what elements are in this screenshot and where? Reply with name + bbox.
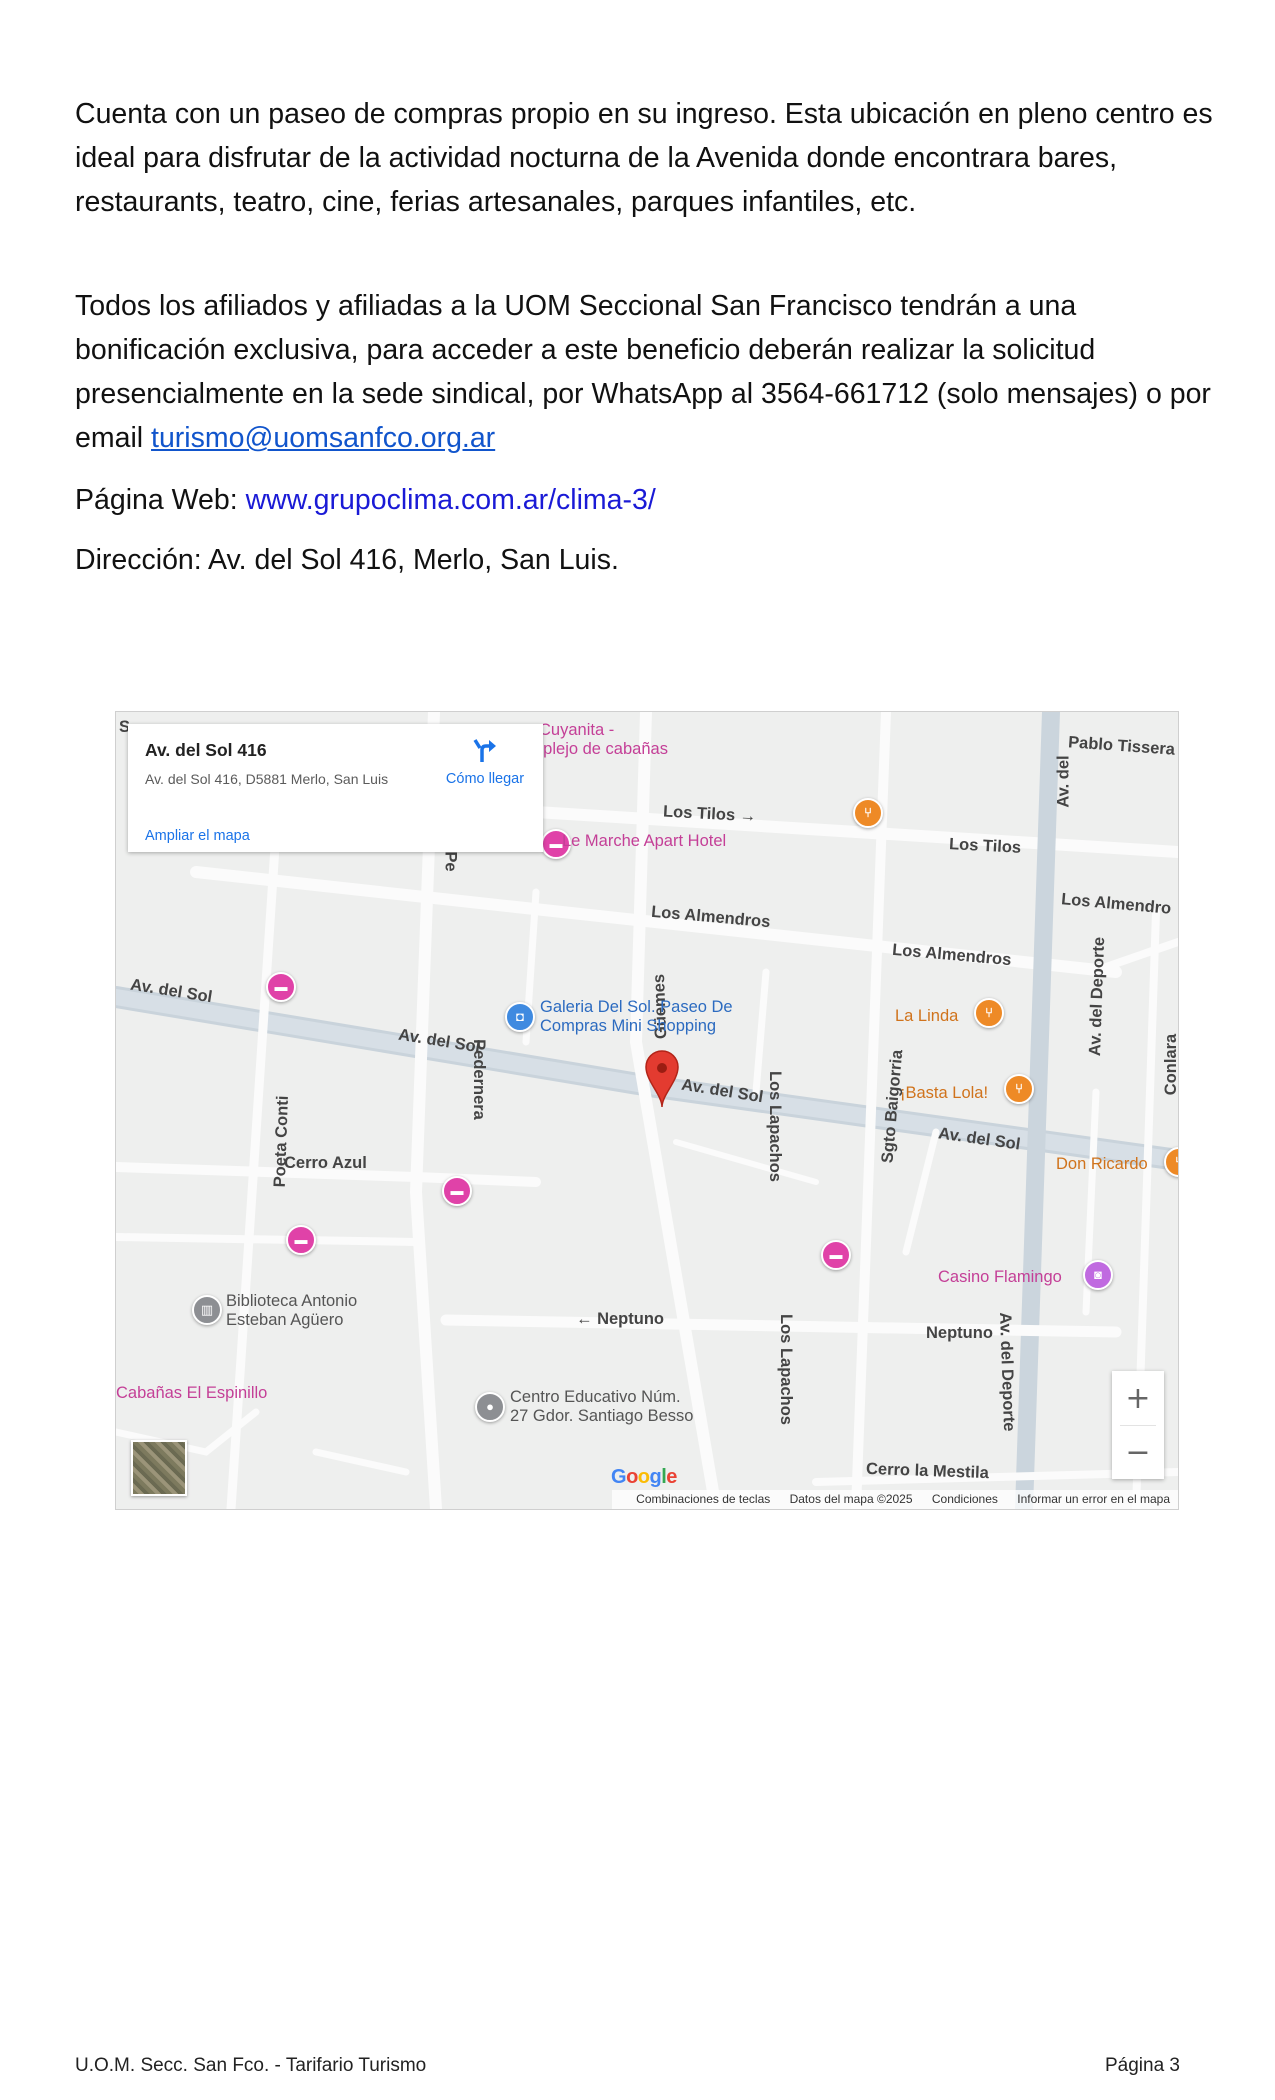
web-line: Página Web: www.grupoclima.com.ar/clima-…: [75, 478, 1215, 522]
keyboard-shortcuts-link[interactable]: Combinaciones de teclas: [636, 1492, 770, 1506]
street-conlara: Conlara: [1162, 1033, 1179, 1096]
directions-icon: [473, 739, 496, 762]
place-info-card: Av. del Sol 416 Av. del Sol 416, D5881 M…: [128, 724, 543, 852]
poi-centro-line2[interactable]: 27 Gdor. Santiago Besso: [510, 1407, 693, 1426]
hotel-pin-icon[interactable]: ▬: [442, 1176, 472, 1206]
poi-centro-line1[interactable]: Centro Educativo Núm.: [510, 1388, 681, 1407]
poi-le-marche[interactable]: Le Marche Apart Hotel: [562, 832, 726, 851]
street-poeta-conti: Poeta Conti: [270, 1095, 292, 1188]
street-neptuno-1: ← Neptuno: [576, 1310, 664, 1328]
map-data-text: Datos del mapa ©2025: [789, 1492, 913, 1506]
street-pedernera: Pedernera: [469, 1039, 488, 1120]
street-pe: Pe: [441, 851, 460, 872]
restaurant-pin-icon[interactable]: ⑂: [974, 998, 1004, 1028]
page-number: Página 3: [1104, 2055, 1180, 2076]
directions-label: Cómo llegar: [445, 771, 525, 787]
address-line: Dirección: Av. del Sol 416, Merlo, San L…: [75, 544, 619, 576]
logo-letter: o: [637, 1466, 650, 1488]
zoom-divider: [1120, 1425, 1156, 1426]
restaurant-pin-icon[interactable]: ⑂: [853, 798, 883, 828]
poi-cuyanita[interactable]: Cuyanita -: [539, 721, 614, 740]
hotel-pin-icon[interactable]: ▬: [821, 1240, 851, 1270]
satellite-toggle[interactable]: [131, 1440, 187, 1496]
street-neptuno-2: Neptuno: [926, 1324, 993, 1342]
poi-casino[interactable]: Casino Flamingo: [938, 1268, 1062, 1287]
logo-letter: g: [649, 1466, 662, 1488]
directions-button[interactable]: Cómo llegar: [440, 736, 530, 787]
logo-letter: e: [666, 1466, 677, 1488]
poi-espinillo[interactable]: Cabañas El Espinillo: [116, 1384, 267, 1403]
zoom-controls: + −: [1112, 1371, 1164, 1479]
poi-biblioteca-line2[interactable]: Esteban Agüero: [226, 1311, 343, 1330]
poi-galeria-line2[interactable]: Compras Mini Shopping: [540, 1017, 716, 1036]
poi-basta-lola[interactable]: ¡Basta Lola!: [900, 1084, 988, 1103]
poi-galeria-line1[interactable]: Galeria Del Sol. Paseo De: [540, 998, 733, 1017]
poi-biblioteca-line1[interactable]: Biblioteca Antonio: [226, 1292, 357, 1311]
benefit-paragraph: Todos los afiliados y afiliadas a la UOM…: [75, 284, 1215, 460]
shopping-pin-icon[interactable]: ◘: [505, 1002, 535, 1032]
terms-link[interactable]: Condiciones: [932, 1492, 998, 1506]
school-pin-icon[interactable]: ●: [475, 1392, 505, 1422]
place-title: Av. del Sol 416: [145, 740, 267, 760]
casino-pin-icon[interactable]: ◙: [1083, 1260, 1113, 1290]
email-link[interactable]: turismo@uomsanfco.org.ar: [151, 422, 495, 454]
poi-don-ricardo[interactable]: Don Ricardo: [1056, 1155, 1148, 1174]
intro-paragraph: Cuenta con un paseo de compras propio en…: [75, 98, 1213, 218]
poi-la-linda[interactable]: La Linda: [895, 1007, 958, 1026]
web-link[interactable]: www.grupoclima.com.ar/clima-3/: [246, 484, 656, 516]
map-attribution: Combinaciones de teclas Datos del mapa ©…: [612, 1490, 1178, 1509]
library-pin-icon[interactable]: ▥: [192, 1295, 222, 1325]
report-error-link[interactable]: Informar un error en el mapa: [1017, 1492, 1170, 1506]
street-av-del-top: Av. del: [1054, 755, 1073, 808]
street-los-lapachos-2: Los Lapachos: [776, 1314, 795, 1425]
street-cerro-azul: Cerro Azul: [284, 1154, 367, 1172]
hotel-pin-icon[interactable]: ▬: [286, 1225, 316, 1255]
place-address: Av. del Sol 416, D5881 Merlo, San Luis: [145, 771, 389, 787]
footer-title: U.O.M. Secc. San Fco. - Tarifario Turism…: [75, 2055, 427, 2076]
enlarge-map-link[interactable]: Ampliar el mapa: [145, 828, 250, 844]
logo-letter: o: [626, 1466, 638, 1488]
restaurant-pin-icon[interactable]: ⑂: [1004, 1074, 1034, 1104]
embedded-map[interactable]: Av. del Sol Av. del Sol Av. del Sol Av. …: [115, 711, 1179, 1510]
google-logo: Google: [611, 1466, 677, 1489]
street-los-lapachos-1: Los Lapachos: [765, 1071, 784, 1182]
logo-letter: G: [611, 1466, 627, 1488]
hotel-pin-icon[interactable]: ▬: [266, 972, 296, 1002]
poi-cabanas[interactable]: nplejo de cabañas: [534, 740, 668, 759]
web-label: Página Web:: [75, 484, 246, 516]
zoom-out-button[interactable]: −: [1112, 1425, 1164, 1479]
street-los-tilos-2: Los Tilos: [948, 835, 1022, 857]
zoom-in-button[interactable]: +: [1112, 1371, 1164, 1425]
